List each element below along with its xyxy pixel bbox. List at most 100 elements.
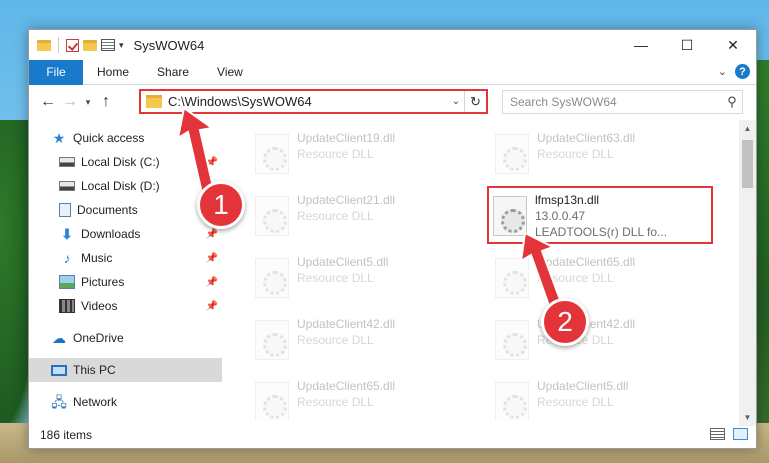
file-item[interactable]: UpdateClient5.dll Resource DLL	[481, 374, 701, 421]
file-item[interactable]: UpdateClient65.dll Resource DLL	[481, 250, 701, 306]
file-name: UpdateClient5.dll	[537, 379, 629, 393]
dll-file-icon	[255, 320, 289, 360]
sidebar-item-pictures[interactable]: Pictures 📌	[29, 270, 222, 294]
search-icon[interactable]: ⚲	[722, 94, 742, 110]
pictures-icon	[59, 275, 75, 289]
list-properties-icon[interactable]	[101, 39, 115, 51]
vertical-scrollbar[interactable]: ▲ ▼	[739, 120, 756, 426]
ribbon-right-controls: ⌄ ?	[718, 64, 750, 79]
music-icon: ♪	[63, 250, 71, 266]
file-type: Resource DLL	[297, 395, 374, 409]
file-item[interactable]: UpdateClient63.dll Resource DLL	[481, 126, 701, 182]
close-button[interactable]: ✕	[710, 30, 756, 60]
file-version: 13.0.0.47	[535, 209, 586, 223]
sidebar-item-onedrive[interactable]: ☁ OneDrive	[29, 326, 222, 350]
callout-badge-1: 1	[197, 181, 245, 229]
dll-file-icon	[255, 382, 289, 421]
dll-file-icon	[495, 382, 529, 421]
file-name: UpdateClient21.dll	[297, 193, 396, 207]
dll-file-icon	[495, 320, 529, 360]
minimize-button[interactable]: —	[618, 30, 664, 60]
window-controls: — ☐ ✕	[618, 30, 756, 60]
file-type: Resource DLL	[297, 333, 374, 347]
back-arrow-icon[interactable]: ←	[37, 91, 59, 113]
cloud-icon: ☁	[52, 330, 66, 346]
tab-file[interactable]: File	[29, 59, 83, 85]
sidebar-item-this-pc[interactable]: This PC	[29, 358, 222, 382]
file-item[interactable]: UpdateClient42.dll Resource DLL	[481, 312, 701, 368]
network-icon: 🖧	[51, 394, 67, 410]
local-disk-icon	[59, 181, 75, 191]
forward-arrow-icon[interactable]: →	[59, 91, 81, 113]
sidebar-item-label: Network	[73, 395, 118, 409]
sidebar-item-label: This PC	[73, 363, 116, 377]
sidebar-item-label: Documents	[77, 203, 138, 217]
file-type: Resource DLL	[297, 271, 374, 285]
quick-access-toolbar: ▾	[29, 37, 124, 53]
file-name: lfmsp13n.dll	[535, 193, 600, 207]
file-item[interactable]: UpdateClient65.dll Resource DLL	[241, 374, 461, 421]
search-placeholder[interactable]: Search SysWOW64	[510, 95, 722, 109]
file-type: Resource DLL	[537, 395, 614, 409]
customize-toolbar-dropdown-icon[interactable]: ▾	[119, 40, 124, 51]
item-count: 186 items	[40, 428, 93, 442]
sidebar-item-network[interactable]: 🖧 Network	[29, 390, 222, 414]
computer-icon	[51, 364, 67, 376]
tiles-view-icon[interactable]	[733, 428, 748, 440]
file-item[interactable]: UpdateClient42.dll Resource DLL	[241, 312, 461, 368]
file-item[interactable]: UpdateClient19.dll Resource DLL	[241, 126, 461, 182]
tab-view[interactable]: View	[203, 60, 257, 85]
new-folder-icon[interactable]	[83, 39, 97, 51]
refresh-icon[interactable]: ↻	[464, 91, 486, 112]
file-explorer-window: ▾ SysWOW64 — ☐ ✕ File Home Share View ⌄ …	[28, 29, 757, 449]
sidebar-item-label: Music	[81, 251, 113, 265]
tab-home[interactable]: Home	[83, 60, 143, 85]
file-list: UpdateClient19.dll Resource DLL UpdateCl…	[233, 126, 737, 421]
sidebar-item-downloads[interactable]: ⬇ Downloads 📌	[29, 222, 222, 246]
details-view-icon[interactable]	[710, 428, 725, 440]
dll-file-icon	[255, 258, 289, 298]
dll-file-icon	[255, 134, 289, 174]
toolbar-divider	[58, 37, 59, 53]
file-name: UpdateClient63.dll	[537, 131, 636, 145]
sidebar-item-label: Pictures	[81, 275, 125, 289]
pin-icon[interactable]: 📌	[206, 301, 218, 312]
sidebar-item-label: Local Disk (D:)	[81, 179, 160, 193]
help-icon[interactable]: ?	[735, 64, 750, 79]
properties-check-icon[interactable]	[66, 38, 79, 52]
pin-icon[interactable]: 📌	[206, 253, 218, 264]
scrollbar-thumb[interactable]	[742, 140, 753, 188]
maximize-button[interactable]: ☐	[664, 30, 710, 60]
expand-ribbon-icon[interactable]: ⌄	[718, 65, 727, 78]
file-type: Resource DLL	[537, 147, 614, 161]
tab-share[interactable]: Share	[143, 60, 203, 85]
sidebar-item-label: OneDrive	[73, 331, 124, 345]
star-icon: ★	[52, 130, 66, 146]
file-name: UpdateClient65.dll	[297, 379, 396, 393]
pin-icon[interactable]: 📌	[206, 277, 218, 288]
pin-icon[interactable]: 📌	[206, 229, 218, 240]
address-dropdown-icon[interactable]: ⌄	[448, 96, 464, 107]
recent-locations-chevron-icon[interactable]: ▾	[81, 91, 95, 113]
search-input[interactable]: Search SysWOW64 ⚲	[502, 90, 743, 114]
up-arrow-icon[interactable]: ↑	[95, 91, 117, 113]
file-name: UpdateClient42.dll	[297, 317, 396, 331]
sidebar-item-label: Downloads	[81, 227, 141, 241]
callout-badge-2: 2	[541, 298, 589, 346]
window-title: SysWOW64	[133, 37, 205, 53]
sidebar-item-label: Videos	[81, 299, 118, 313]
view-switcher	[710, 428, 748, 440]
local-disk-icon	[59, 157, 75, 167]
sidebar-item-label: Local Disk (C:)	[81, 155, 160, 169]
sidebar-item-music[interactable]: ♪ Music 📌	[29, 246, 222, 270]
scroll-up-icon[interactable]: ▲	[739, 120, 756, 137]
sidebar-item-videos[interactable]: Videos 📌	[29, 294, 222, 318]
file-item[interactable]: UpdateClient5.dll Resource DLL	[241, 250, 461, 306]
dll-file-icon	[495, 134, 529, 174]
file-item[interactable]: UpdateClient21.dll Resource DLL	[241, 188, 461, 244]
folder-icon	[146, 95, 162, 108]
folder-icon	[37, 39, 51, 51]
dll-file-icon	[255, 196, 289, 236]
